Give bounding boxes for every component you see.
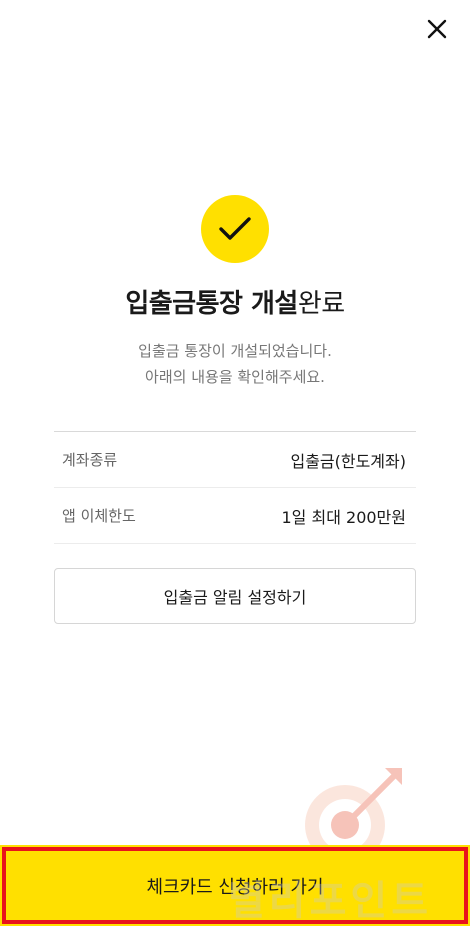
transfer-limit-label: 앱 이체한도 xyxy=(62,507,136,525)
notification-setting-button[interactable]: 입출금 알림 설정하기 xyxy=(54,568,416,624)
close-button[interactable] xyxy=(422,14,452,44)
title-normal-part: 완료 xyxy=(297,289,345,319)
account-info-table: 계좌종류 입출금(한도계좌) 앱 이체한도 1일 최대 200만원 xyxy=(54,431,416,544)
info-row-transfer-limit: 앱 이체한도 1일 최대 200만원 xyxy=(54,488,416,544)
checkmark-icon xyxy=(219,217,251,240)
title-bold-part: 입출금통장 개설 xyxy=(125,289,298,319)
subtitle-line-2: 아래의 내용을 확인해주세요. xyxy=(145,368,325,386)
watermark-text: 별리포인트 xyxy=(228,878,432,924)
account-type-value: 입출금(한도계좌) xyxy=(290,451,406,471)
page-title: 입출금통장 개설완료 xyxy=(0,284,470,324)
success-badge xyxy=(201,195,269,263)
subtitle-line-1: 입출금 통장이 개설되었습니다. xyxy=(138,342,332,360)
transfer-limit-value: 1일 최대 200만원 xyxy=(281,507,407,527)
info-row-account-type: 계좌종류 입출금(한도계좌) xyxy=(54,432,416,488)
account-type-label: 계좌종류 xyxy=(62,451,118,469)
close-icon xyxy=(427,19,447,39)
